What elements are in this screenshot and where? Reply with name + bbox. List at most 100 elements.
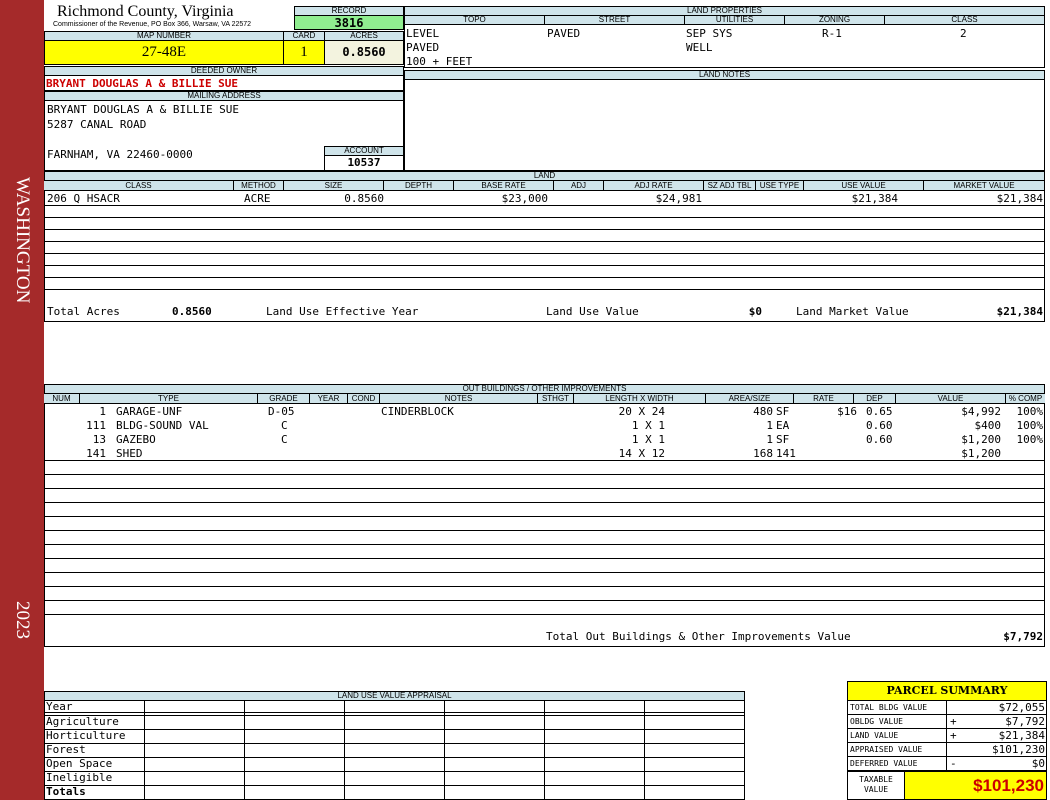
- tax-year: 2023: [12, 601, 33, 639]
- land-size: 0.8560: [344, 192, 384, 205]
- outbuilding-col-header: % COMP: [1006, 394, 1045, 403]
- street-value: PAVED: [547, 27, 581, 40]
- outbuilding-length-width: 20 X 24: [618, 405, 665, 418]
- land-notes-box: [404, 79, 1045, 171]
- county-title: Richmond County, Virginia: [57, 3, 234, 20]
- outbuilding-rate: $16: [837, 405, 857, 418]
- outbuilding-row-line: [44, 460, 1045, 461]
- outbuilding-row-line: [44, 474, 1045, 475]
- land-class: 206 Q HSACR: [47, 192, 120, 205]
- topo-value: 100 + FEET: [406, 55, 473, 68]
- outbuilding-row-line: [44, 502, 1045, 503]
- land-use-row-label: Totals: [46, 785, 86, 798]
- outbuilding-row-line: [44, 544, 1045, 545]
- land-use-effective-year-label: Land Use Effective Year: [266, 305, 419, 318]
- district-name: WASHINGTON: [12, 176, 33, 304]
- outbuilding-length-width: 14 X 12: [618, 447, 665, 460]
- utilities-header: UTILITIES: [684, 15, 785, 25]
- outbuilding-comp: 100%: [1016, 405, 1044, 418]
- land-use-row-label: Forest: [46, 743, 86, 756]
- land-use-row-line: [44, 757, 745, 758]
- summary-value: $72,055: [998, 701, 1045, 714]
- outbuilding-row-line: [44, 614, 1045, 615]
- class-header: CLASS: [884, 15, 1045, 25]
- outbuilding-comp: 100%: [1016, 433, 1044, 446]
- outbuilding-unit: EA: [776, 419, 790, 432]
- land-col-base-rate: BASE RATE: [454, 181, 554, 190]
- summary-label: TOTAL BLDG VALUE: [847, 700, 947, 715]
- outbuilding-grade: C: [281, 419, 288, 432]
- outbuilding-row-line: [44, 530, 1045, 531]
- land-use-col-line: [144, 700, 145, 800]
- sidebar: [0, 0, 44, 800]
- land-base-rate: $23,000: [501, 192, 548, 205]
- outbuilding-row-line: [44, 488, 1045, 489]
- outbuilding-num: 13: [92, 433, 106, 446]
- land-use-row-label: Agriculture: [46, 715, 119, 728]
- mailing-line: FARNHAM, VA 22460-0000: [47, 148, 193, 161]
- commissioner-address: Commissioner of the Revenue, PO Box 366,…: [53, 21, 252, 28]
- land-use-col-line: [444, 700, 445, 800]
- land-row-line: [44, 229, 1045, 230]
- land-col-method: METHOD: [234, 181, 284, 190]
- acres-value: 0.8560: [324, 40, 404, 65]
- land-row-line: [44, 265, 1045, 266]
- summary-label: LAND VALUE: [847, 728, 947, 743]
- outbuilding-row-line: [44, 586, 1045, 587]
- summary-value: $0: [1031, 757, 1045, 770]
- outbuilding-col-header: RATE: [794, 394, 854, 403]
- taxable-label: TAXABLE VALUE: [847, 771, 905, 800]
- land-use-row-label: Open Space: [46, 757, 113, 770]
- topo-value: PAVED: [406, 41, 440, 54]
- outbuilding-row-line: [44, 516, 1045, 517]
- outbuilding-num: 1: [99, 405, 106, 418]
- outbuilding-row-line: [44, 572, 1045, 573]
- outbuilding-col-header: LENGTH X WIDTH: [574, 394, 706, 403]
- land-col-market-value: MARKET VALUE: [924, 181, 1044, 190]
- land-use-row-label: Horticulture: [46, 729, 126, 742]
- mailing-line: BRYANT DOUGLAS A & BILLIE SUE: [47, 103, 240, 116]
- land-use-col-line: [544, 700, 545, 800]
- account-number: 10537: [324, 155, 404, 171]
- outbuilding-col-header: COND: [348, 394, 380, 403]
- outbuilding-row-line: [44, 600, 1045, 601]
- outbuilding-area: 1: [766, 433, 773, 446]
- outbuilding-unit: 141: [776, 447, 796, 460]
- topo-header: TOPO: [404, 15, 545, 25]
- outbuilding-col-header: DEP: [854, 394, 896, 403]
- utilities-value: WELL: [686, 41, 713, 54]
- outbuilding-col-header: NUM: [44, 394, 80, 403]
- outbuilding-area: 168: [753, 447, 773, 460]
- outbuilding-col-header: STHGT: [538, 394, 574, 403]
- land-col-depth: DEPTH: [384, 181, 454, 190]
- land-market-value-total: $21,384: [996, 305, 1043, 318]
- card-number: 1: [283, 40, 325, 65]
- land-col-use-value: USE VALUE: [804, 181, 924, 190]
- land-adj-rate: $24,981: [655, 192, 702, 205]
- parcel-summary-title: PARCEL SUMMARY: [847, 681, 1047, 701]
- summary-value: $21,384: [998, 729, 1045, 742]
- topo-value: LEVEL: [406, 27, 440, 40]
- land-use-row-line: [44, 729, 745, 730]
- zoning-header: ZONING: [784, 15, 885, 25]
- land-use-row-label: Ineligible: [46, 771, 113, 784]
- outbuilding-dep: 0.65: [866, 405, 893, 418]
- outbuilding-type: GAZEBO: [116, 433, 156, 446]
- outbuilding-num: 141: [86, 447, 106, 460]
- outbuilding-value: $400: [974, 419, 1002, 432]
- taxable-value: $101,230: [904, 771, 1047, 800]
- outbuilding-unit: SF: [776, 405, 790, 418]
- outbuilding-grade: D-05: [268, 405, 295, 418]
- outbuilding-value: $1,200: [961, 447, 1001, 460]
- land-row-line: [44, 253, 1045, 254]
- land-use-col-line: [344, 700, 345, 800]
- land-row-line: [44, 241, 1045, 242]
- deeded-owner: BRYANT DOUGLAS A & BILLIE SUE: [46, 77, 239, 90]
- outbuilding-area: 480: [753, 405, 773, 418]
- zoning-value: R-1: [822, 27, 842, 40]
- land-row-line: [44, 277, 1045, 278]
- land-use-value: $21,384: [851, 192, 898, 205]
- land-use-col-line: [644, 700, 645, 800]
- outbuilding-type: BLDG-SOUND VAL: [116, 419, 209, 432]
- outbuilding-col-header: YEAR: [310, 394, 348, 403]
